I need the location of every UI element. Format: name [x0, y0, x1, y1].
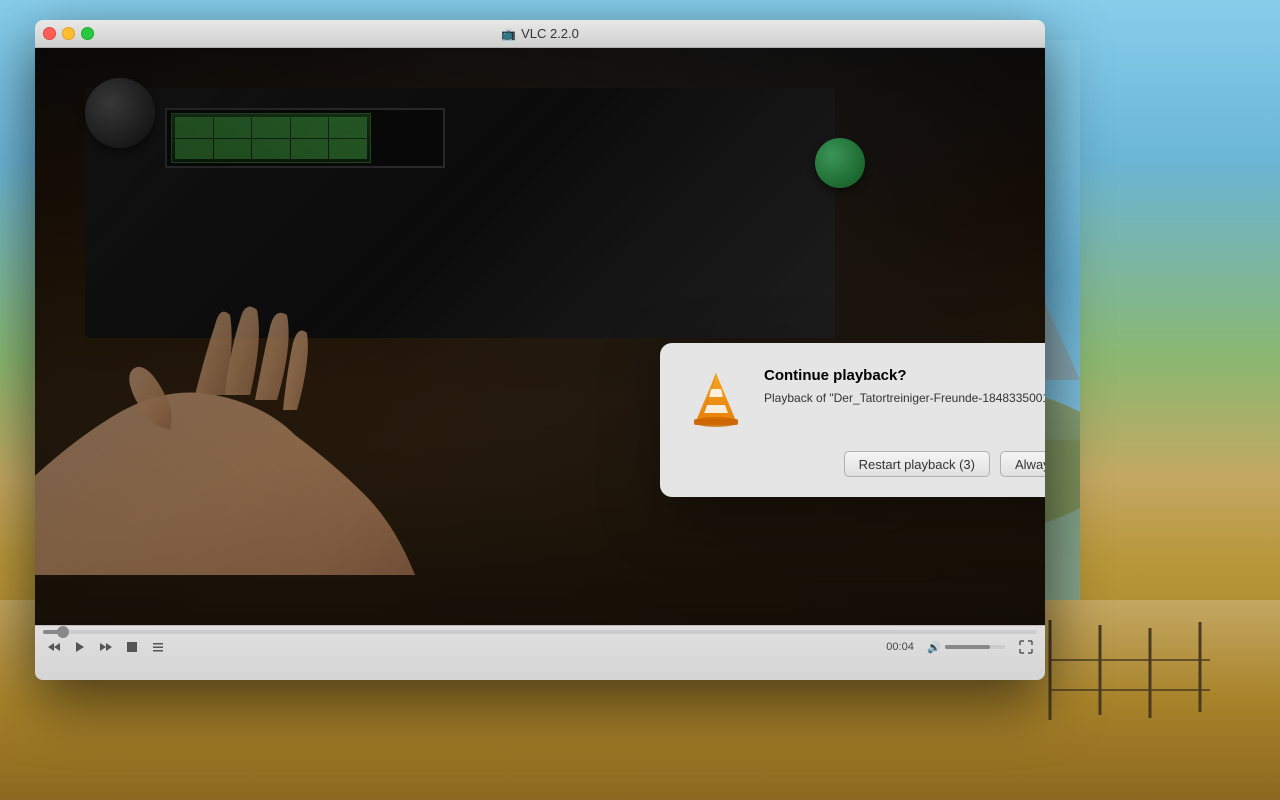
controls-bar: 00:04 🔊 — [35, 625, 1045, 680]
title-bar: 📺 VLC 2.2.0 — [35, 20, 1045, 48]
volume-icon: 🔊 — [927, 641, 941, 654]
progress-row — [43, 630, 1037, 634]
vlc-cone-icon — [684, 367, 748, 431]
radio-knob-right — [815, 138, 865, 188]
restart-playback-button[interactable]: Restart playback (3) — [844, 451, 990, 477]
fast-forward-button[interactable] — [95, 638, 117, 656]
dialog-message: Playback of "Der_Tatortreiniger-Freunde-… — [764, 390, 1045, 407]
close-button[interactable] — [43, 27, 56, 40]
window-controls — [43, 27, 94, 40]
vlc-window: 📺 VLC 2.2.0 NDR — [35, 20, 1045, 680]
fullscreen-button[interactable] — [1015, 638, 1037, 656]
progress-track[interactable] — [43, 630, 1037, 634]
continue-playback-dialog: Continue playback? Playback of "Der_Tato… — [660, 343, 1045, 497]
vlc-title-icon: 📺 — [501, 27, 516, 41]
progress-thumb — [57, 626, 69, 638]
stop-button[interactable] — [121, 638, 143, 656]
window-title: VLC 2.2.0 — [521, 26, 579, 41]
volume-control: 🔊 — [927, 641, 1005, 654]
volume-track[interactable] — [945, 645, 1005, 649]
time-display: 00:04 — [886, 641, 921, 653]
dialog-text-area: Continue playback? Playback of "Der_Tato… — [764, 367, 1045, 431]
dialog-buttons: Restart playback (3) Always continue Con… — [684, 451, 1045, 477]
title-bar-text: 📺 VLC 2.2.0 — [501, 26, 579, 41]
hand-shape — [35, 195, 515, 575]
maximize-button[interactable] — [81, 27, 94, 40]
radio-screen — [171, 113, 371, 163]
always-continue-button[interactable]: Always continue — [1000, 451, 1045, 477]
play-button[interactable] — [69, 638, 91, 656]
video-area: NDR — [35, 48, 1045, 625]
dialog-title: Continue playback? — [764, 367, 1045, 384]
rewind-button[interactable] — [43, 638, 65, 656]
minimize-button[interactable] — [62, 27, 75, 40]
radio-knob-left — [85, 78, 155, 148]
radio-display — [165, 108, 445, 168]
volume-fill — [945, 645, 990, 649]
dialog-content: Continue playback? Playback of "Der_Tato… — [684, 367, 1045, 431]
playlist-button[interactable] — [147, 638, 169, 656]
playback-buttons — [43, 638, 169, 656]
video-content: NDR — [35, 48, 1045, 625]
